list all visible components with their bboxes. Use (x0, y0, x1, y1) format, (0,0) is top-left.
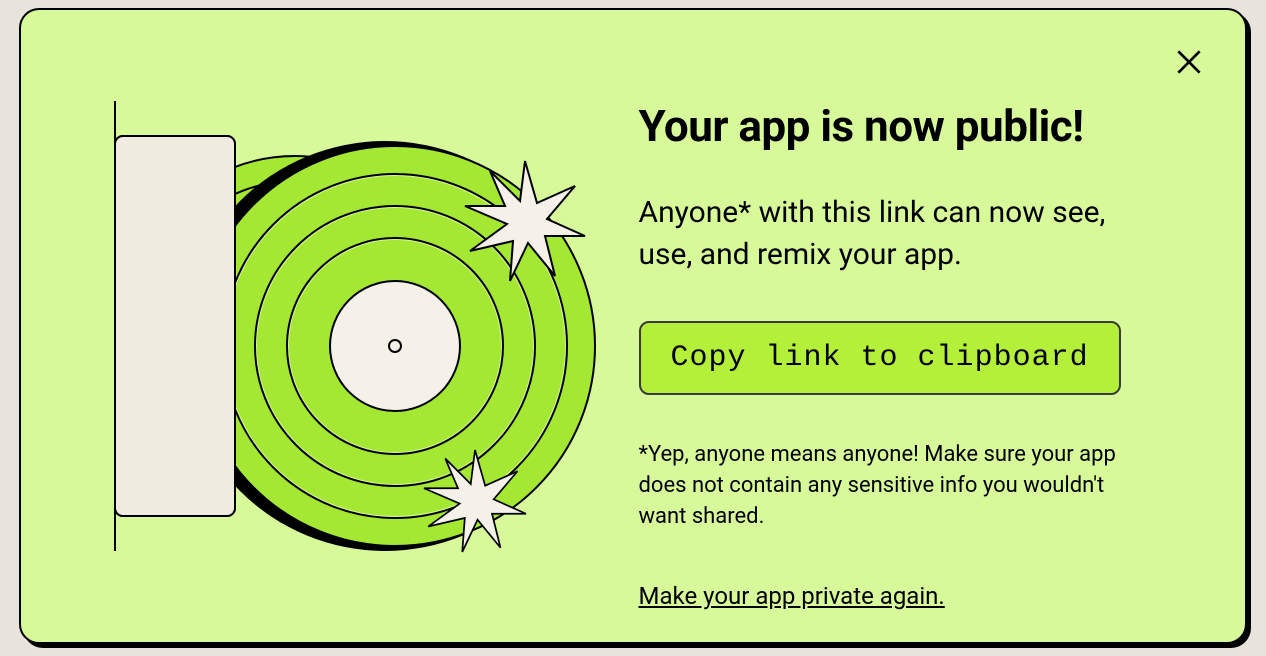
vinyl-record-illustration (85, 86, 605, 566)
copy-link-button[interactable]: Copy link to clipboard (639, 321, 1121, 395)
close-button[interactable] (1169, 42, 1209, 82)
content-area: Your app is now public! Anyone* with thi… (609, 10, 1245, 642)
disclaimer-text: *Yep, anyone means anyone! Make sure you… (639, 440, 1119, 532)
illustration-area (21, 10, 609, 642)
modal-subtitle: Anyone* with this link can now see, use,… (639, 192, 1155, 276)
make-private-link[interactable]: Make your app private again. (639, 582, 945, 610)
modal-title: Your app is now public! (639, 100, 1155, 152)
public-app-modal: Your app is now public! Anyone* with thi… (19, 8, 1247, 644)
close-icon (1173, 46, 1205, 78)
